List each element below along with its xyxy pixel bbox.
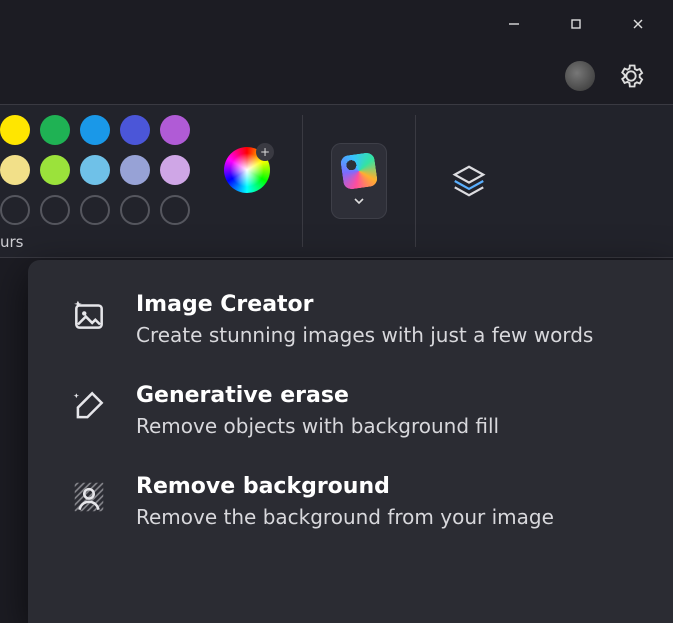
copilot-dropdown: Image Creator Create stunning images with…: [28, 260, 673, 623]
empty-swatch[interactable]: [40, 195, 70, 225]
plus-icon: +: [256, 143, 274, 161]
user-bar: [0, 48, 673, 104]
colour-swatch[interactable]: [40, 155, 70, 185]
edit-colour-button[interactable]: +: [224, 147, 270, 193]
menu-item-text: Image Creator Create stunning images with…: [136, 292, 593, 347]
avatar[interactable]: [565, 61, 595, 91]
chevron-down-icon: [352, 194, 366, 208]
colour-swatch[interactable]: [0, 155, 30, 185]
menu-item[interactable]: Remove background Remove the background f…: [70, 474, 643, 529]
maximize-icon: [569, 17, 583, 31]
toolbar: + urs: [0, 104, 673, 258]
colour-palette-section: + urs: [0, 105, 302, 257]
empty-swatch[interactable]: [120, 195, 150, 225]
colour-swatch[interactable]: [40, 115, 70, 145]
generative-erase-icon: [70, 387, 108, 425]
colour-swatch[interactable]: [120, 115, 150, 145]
empty-swatch[interactable]: [0, 195, 30, 225]
empty-swatch[interactable]: [80, 195, 110, 225]
colour-swatch[interactable]: [80, 115, 110, 145]
minimize-button[interactable]: [483, 0, 545, 48]
image-creator-icon: [70, 296, 108, 334]
app-window: + urs Image Creator Create stunning image…: [0, 0, 673, 623]
menu-item-title: Remove background: [136, 474, 554, 499]
colour-swatch[interactable]: [0, 115, 30, 145]
maximize-button[interactable]: [545, 0, 607, 48]
minimize-icon: [507, 17, 521, 31]
menu-item[interactable]: Generative erase Remove objects with back…: [70, 383, 643, 438]
layers-section: [416, 105, 673, 257]
close-button[interactable]: [607, 0, 669, 48]
remove-background-icon: [70, 478, 108, 516]
empty-swatch[interactable]: [160, 195, 190, 225]
copilot-icon: [340, 152, 378, 190]
ai-tool-section: [303, 105, 415, 257]
gear-icon[interactable]: [617, 62, 645, 90]
colour-swatch[interactable]: [160, 115, 190, 145]
menu-item-text: Generative erase Remove objects with back…: [136, 383, 499, 438]
menu-item-desc: Remove objects with background fill: [136, 414, 499, 438]
menu-item[interactable]: Image Creator Create stunning images with…: [70, 292, 643, 347]
colour-swatch[interactable]: [120, 155, 150, 185]
menu-item-title: Image Creator: [136, 292, 593, 317]
layers-icon[interactable]: [450, 162, 488, 200]
swatch-grid: [0, 115, 198, 225]
copilot-button[interactable]: [331, 143, 387, 219]
menu-item-desc: Create stunning images with just a few w…: [136, 323, 593, 347]
menu-item-title: Generative erase: [136, 383, 499, 408]
menu-item-desc: Remove the background from your image: [136, 505, 554, 529]
colour-swatch[interactable]: [160, 155, 190, 185]
close-icon: [631, 17, 645, 31]
menu-item-text: Remove background Remove the background f…: [136, 474, 554, 529]
colours-label: urs: [0, 233, 286, 251]
colour-swatch[interactable]: [80, 155, 110, 185]
titlebar: [0, 0, 673, 48]
